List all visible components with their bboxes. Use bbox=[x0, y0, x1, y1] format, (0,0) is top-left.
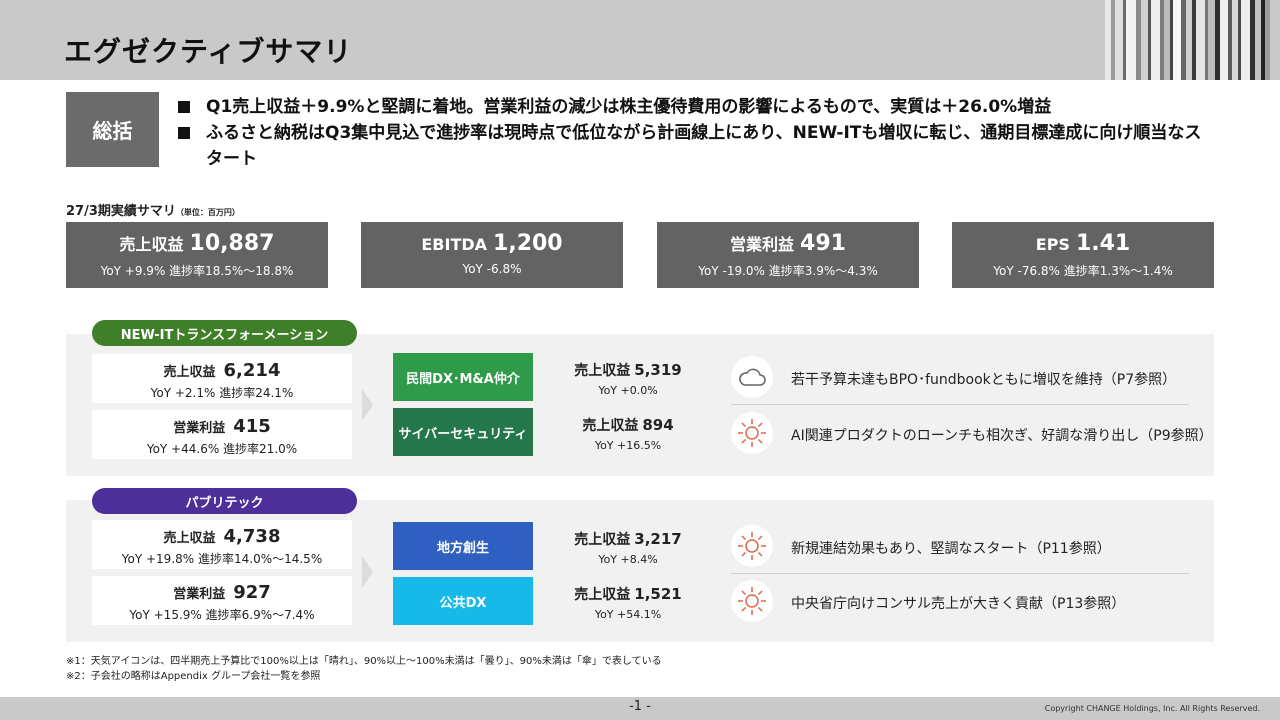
square-bullet-icon bbox=[178, 101, 190, 113]
segment-yoy: YoY +16.5% bbox=[594, 439, 662, 452]
segment-value: 3,217 bbox=[634, 530, 682, 548]
summary-bullet-text: Q1売上収益＋9.9%と堅調に着地。営業利益の減少は株主優待費用の影響によるもの… bbox=[206, 97, 1052, 117]
segment-name: 売上収益 bbox=[574, 532, 631, 548]
kpi-sub: YoY +9.9% 進捗率18.5%～18.8% bbox=[100, 264, 294, 278]
kpi-name: 営業利益 bbox=[730, 235, 795, 254]
segment-label-cyber-security: サイバーセキュリティ bbox=[393, 408, 533, 456]
kpi-section-unit: （単位：百万円） bbox=[175, 208, 240, 217]
kpi-section-title: 27/3期実績サマリ bbox=[66, 204, 176, 219]
card-value: 927 bbox=[233, 582, 271, 603]
card-sub: YoY +2.1% 進捗率24.1% bbox=[150, 386, 294, 400]
public-segment-pill: パブリテック bbox=[92, 488, 357, 514]
segment-yoy: YoY +54.1% bbox=[594, 608, 662, 621]
segment-label-regional: 地方創生 bbox=[393, 522, 533, 570]
card-value: 6,214 bbox=[223, 360, 281, 381]
kpi-sub: YoY -76.8% 進捗率1.3%～1.4% bbox=[993, 264, 1173, 278]
card-sub: YoY +15.9% 進捗率6.9%～7.4% bbox=[129, 608, 315, 622]
footnotes: ※1：天気アイコンは、四半期売上予算比で100%以上は「晴れ」、90%以上～10… bbox=[66, 654, 662, 684]
card-value: 4,738 bbox=[223, 526, 281, 547]
segment-label-private-dx: 民間DX･M&A仲介 bbox=[393, 353, 533, 401]
kpi-value: 1.41 bbox=[1075, 231, 1131, 256]
summary-bullet: ふるさと納税はQ3集中見込で進捗率は現時点で低位ながら計画線上にあり、NEW-I… bbox=[178, 120, 1218, 172]
segment-yoy: YoY +0.0% bbox=[598, 384, 658, 397]
kpi-card-eps: EPS 1.41 YoY -76.8% 進捗率1.3%～1.4% bbox=[952, 222, 1214, 288]
segment-yoy: YoY +8.4% bbox=[598, 553, 658, 566]
summary-bullet-text: ふるさと納税はQ3集中見込で進捗率は現時点で低位ながら計画線上にあり、NEW-I… bbox=[206, 123, 1202, 169]
kpi-value: 1,200 bbox=[493, 231, 563, 256]
card-sub: YoY +44.6% 進捗率21.0% bbox=[146, 442, 298, 456]
chevron-right-icon bbox=[362, 389, 373, 421]
square-bullet-icon bbox=[178, 127, 190, 139]
summary-label: 総括 bbox=[66, 92, 159, 167]
summary-bullets: Q1売上収益＋9.9%と堅調に着地。営業利益の減少は株主優待費用の影響によるもの… bbox=[178, 94, 1218, 172]
segment-label-public-dx: 公共DX bbox=[393, 577, 533, 625]
segment-comment: AI関連プロダクトのローンチも相次ぎ、好調な滑り出し（P9参照） bbox=[791, 428, 1213, 444]
kpi-section-label: 27/3期実績サマリ（単位：百万円） bbox=[66, 200, 240, 219]
segment-comment: 中央省庁向けコンサル売上が大きく貢献（P13参照） bbox=[791, 596, 1126, 612]
kpi-sub: YoY -6.8% bbox=[462, 262, 522, 276]
segment-value: 894 bbox=[642, 416, 674, 434]
sun-icon bbox=[731, 525, 773, 567]
segment-value: 5,319 bbox=[634, 361, 682, 379]
public-profit-card: 営業利益 927 YoY +15.9% 進捗率6.9%～7.4% bbox=[92, 576, 352, 625]
card-name: 売上収益 bbox=[163, 531, 216, 546]
page-title: エグゼクティブサマリ bbox=[64, 35, 353, 68]
kpi-card-revenue: 売上収益 10,887 YoY +9.9% 進捗率18.5%～18.8% bbox=[66, 222, 328, 288]
newit-profit-card: 営業利益 415 YoY +44.6% 進捗率21.0% bbox=[92, 410, 352, 459]
segment-value-regional: 売上収益 3,217 YoY +8.4% bbox=[548, 529, 708, 566]
copyright: Copyright CHANGE Holdings, Inc. All Righ… bbox=[1044, 704, 1260, 713]
card-name: 売上収益 bbox=[163, 365, 216, 380]
segment-comment: 新規連結効果もあり、堅調なスタート（P11参照） bbox=[791, 541, 1111, 557]
kpi-card-operating-profit: 営業利益 491 YoY -19.0% 進捗率3.9%～4.3% bbox=[657, 222, 919, 288]
row-divider bbox=[731, 404, 1189, 405]
cloud-icon bbox=[731, 356, 773, 398]
card-value: 415 bbox=[233, 416, 271, 437]
card-name: 営業利益 bbox=[173, 421, 226, 436]
card-sub: YoY +19.8% 進捗率14.0%～14.5% bbox=[121, 552, 323, 566]
kpi-sub: YoY -19.0% 進捗率3.9%～4.3% bbox=[698, 264, 878, 278]
footnote: ※2：子会社の略称はAppendix グループ会社一覧を参照 bbox=[66, 671, 321, 682]
public-revenue-card: 売上収益 4,738 YoY +19.8% 進捗率14.0%～14.5% bbox=[92, 520, 352, 569]
kpi-value: 491 bbox=[800, 231, 846, 256]
segment-name: 売上収益 bbox=[582, 418, 639, 434]
kpi-card-ebitda: EBITDA 1,200 YoY -6.8% bbox=[361, 222, 623, 288]
newit-segment-pill: NEW-ITトランスフォーメーション bbox=[92, 320, 357, 346]
kpi-name: EPS bbox=[1035, 235, 1070, 254]
sun-icon bbox=[731, 412, 773, 454]
kpi-name: 売上収益 bbox=[119, 235, 184, 254]
kpi-name: EBITDA bbox=[421, 235, 488, 254]
footnote: ※1：天気アイコンは、四半期売上予算比で100%以上は「晴れ」、90%以上～10… bbox=[66, 656, 662, 667]
card-name: 営業利益 bbox=[173, 587, 226, 602]
segment-name: 売上収益 bbox=[574, 587, 631, 603]
sun-icon bbox=[731, 580, 773, 622]
segment-value-cyber-security: 売上収益 894 YoY +16.5% bbox=[548, 415, 708, 452]
segment-name: 売上収益 bbox=[574, 363, 631, 379]
chevron-right-icon bbox=[362, 556, 373, 588]
segment-value-private-dx: 売上収益 5,319 YoY +0.0% bbox=[548, 360, 708, 397]
segment-value: 1,521 bbox=[634, 585, 682, 603]
row-divider bbox=[731, 573, 1189, 574]
summary-bullet: Q1売上収益＋9.9%と堅調に着地。営業利益の減少は株主優待費用の影響によるもの… bbox=[178, 94, 1218, 120]
segment-value-public-dx: 売上収益 1,521 YoY +54.1% bbox=[548, 584, 708, 621]
header-stripes bbox=[1105, 0, 1280, 80]
newit-revenue-card: 売上収益 6,214 YoY +2.1% 進捗率24.1% bbox=[92, 354, 352, 403]
segment-comment: 若干予算未達もBPO･fundbookともに増収を維持（P7参照） bbox=[791, 372, 1177, 388]
kpi-value: 10,887 bbox=[189, 231, 275, 256]
